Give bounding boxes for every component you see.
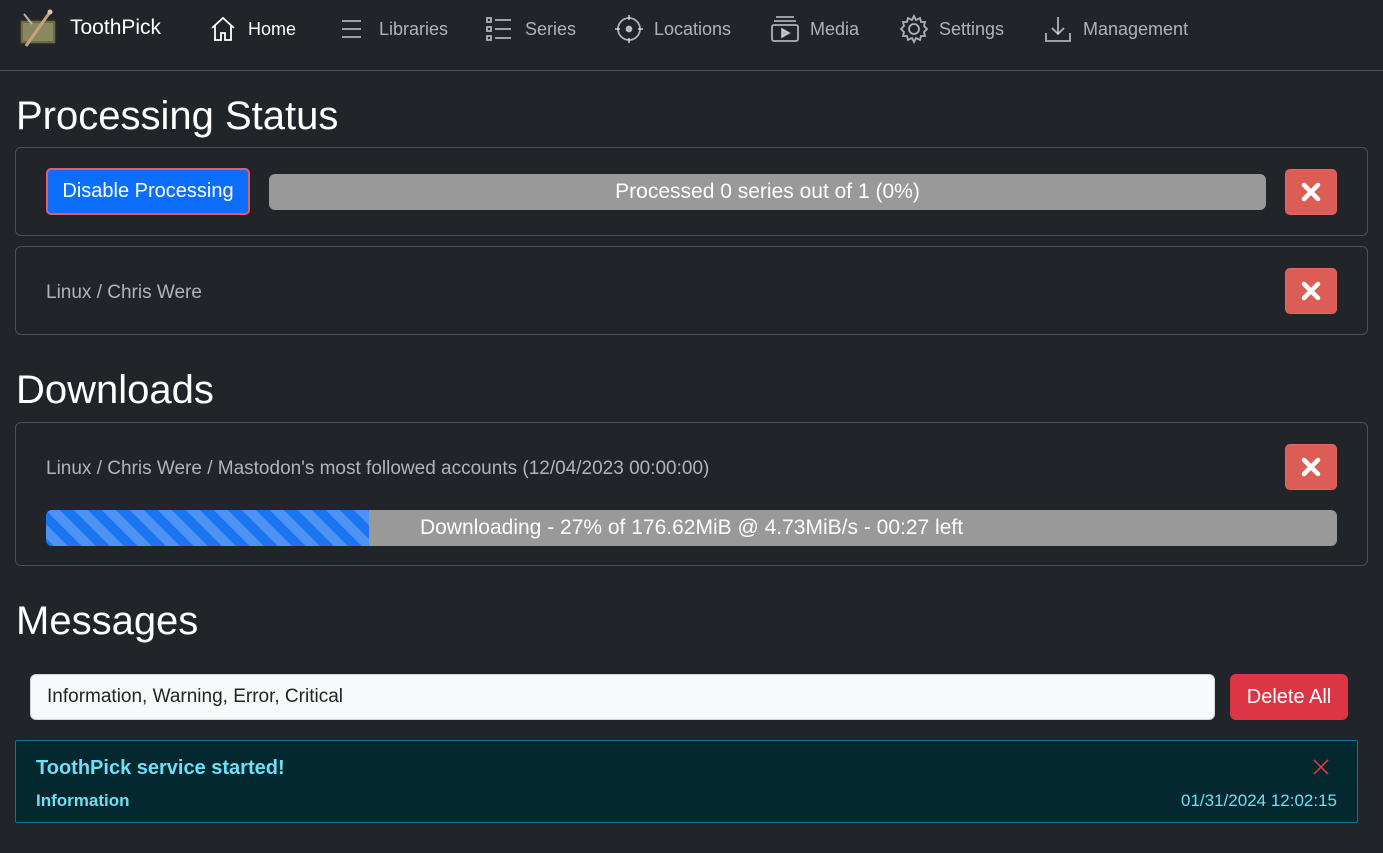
close-icon (1313, 759, 1329, 775)
crosshair-icon (614, 14, 644, 44)
nav-management[interactable]: Management (1043, 10, 1188, 48)
brand[interactable]: ToothPick (16, 6, 161, 50)
nav-locations[interactable]: Locations (614, 10, 731, 48)
processing-control-card: Disable Processing Processed 0 series ou… (15, 147, 1368, 236)
nav-home[interactable]: Home (208, 10, 296, 48)
house-icon (208, 14, 238, 44)
nav-libraries[interactable]: Libraries (339, 10, 448, 48)
nav-home-label: Home (248, 18, 297, 39)
messages-heading: Messages (16, 599, 199, 643)
processing-progress-bar: Processed 0 series out of 1 (0%) (269, 174, 1266, 210)
top-navbar: ToothPick Home Libraries Series Location… (0, 0, 1383, 71)
download-item-card: Linux / Chris Were / Mastodon's most fol… (15, 422, 1368, 566)
collection-play-icon (770, 14, 800, 44)
nav-libraries-label: Libraries (379, 18, 449, 39)
close-icon (1301, 281, 1321, 301)
disable-processing-button[interactable]: Disable Processing (46, 168, 250, 215)
nav-media[interactable]: Media (770, 10, 859, 48)
message-timestamp: 01/31/2024 12:02:15 (1181, 791, 1337, 810)
nav-series-label: Series (525, 18, 577, 39)
dismiss-message-button[interactable] (1311, 757, 1331, 777)
download-item-name: Linux / Chris Were / Mastodon's most fol… (46, 458, 710, 479)
nav-media-label: Media (810, 18, 860, 39)
message-title: ToothPick service started! (36, 757, 285, 779)
cancel-processing-button[interactable] (1285, 169, 1337, 215)
download-progress-bar: Downloading - 27% of 176.62MiB @ 4.73MiB… (46, 510, 1337, 546)
processing-status-heading: Processing Status (16, 94, 339, 138)
processing-item-name: Linux / Chris Were (46, 282, 202, 303)
gear-icon (899, 14, 929, 44)
list-task-icon (485, 14, 515, 44)
remove-processing-item-button[interactable] (1285, 268, 1337, 314)
processing-item-card: Linux / Chris Were (15, 246, 1368, 335)
brand-name: ToothPick (70, 16, 162, 39)
list-icon (339, 14, 369, 44)
downloads-heading: Downloads (16, 368, 214, 412)
message-level-filter[interactable]: Information, Warning, Error, Critical (30, 674, 1215, 720)
nav-locations-label: Locations (654, 18, 732, 39)
processing-progress-label: Processed 0 series out of 1 (0%) (615, 180, 920, 203)
message-level: Information (36, 791, 130, 810)
nav-management-label: Management (1083, 18, 1189, 39)
delete-all-button[interactable]: Delete All (1230, 674, 1348, 720)
nav-settings-label: Settings (939, 18, 1005, 39)
cancel-download-button[interactable] (1285, 444, 1337, 490)
close-icon (1301, 182, 1321, 202)
download-icon (1043, 14, 1073, 44)
download-progress-label: Downloading - 27% of 176.62MiB @ 4.73MiB… (419, 516, 964, 539)
close-icon (1301, 457, 1321, 477)
message-alert: ToothPick service started! Information 0… (15, 740, 1358, 823)
toothpick-logo (19, 9, 57, 47)
nav-series[interactable]: Series (485, 10, 576, 48)
nav-settings[interactable]: Settings (899, 10, 1004, 48)
